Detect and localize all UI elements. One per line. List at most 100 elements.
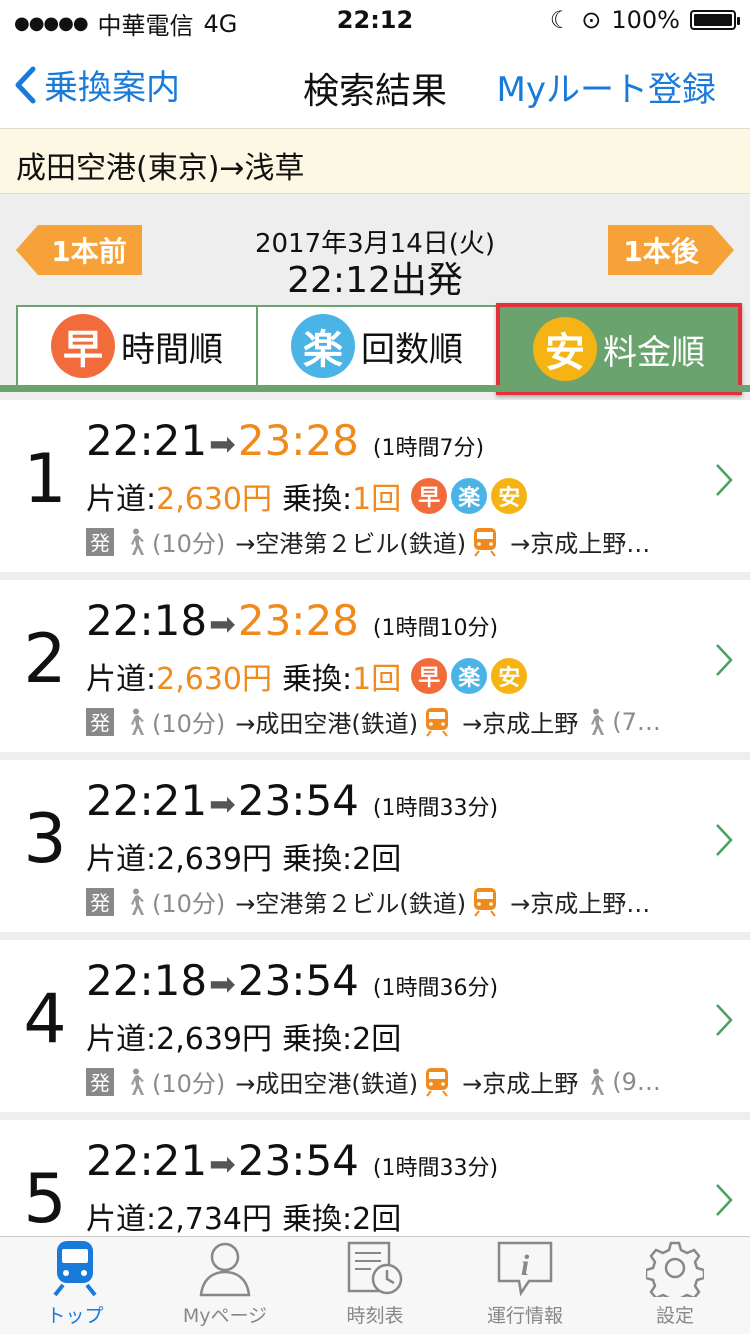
departure-marker: 発 xyxy=(86,887,114,916)
arrow-right-icon: ➡ xyxy=(209,605,236,643)
tab-label: 時間順 xyxy=(121,329,223,370)
tabbar-item-timetable[interactable]: 時刻表 xyxy=(300,1237,450,1334)
fare-value: 2,630円 xyxy=(156,662,272,697)
tabbar-label: 運行情報 xyxy=(486,1305,563,1327)
fast-icon: 早 xyxy=(51,314,115,378)
tab-underline xyxy=(0,385,750,392)
tab-label: 回数順 xyxy=(361,329,463,370)
route-badge: 早 xyxy=(411,658,448,694)
transfer-label: 乗換: xyxy=(282,662,353,697)
transfer-count: 2回 xyxy=(352,1022,402,1057)
route-badge: 楽 xyxy=(451,478,488,514)
person-icon xyxy=(199,1242,251,1297)
fare-value: 2,630円 xyxy=(156,482,272,517)
arrival-time: 23:54 xyxy=(237,776,359,825)
walk-time: (10分) xyxy=(152,1070,226,1098)
tabbar-label: 時刻表 xyxy=(346,1305,404,1327)
chevron-right-icon xyxy=(716,1184,733,1216)
walk-time: (10分) xyxy=(152,710,226,738)
svg-text:i: i xyxy=(521,1249,530,1282)
walk-icon xyxy=(591,1068,605,1095)
moon-icon: ☾ xyxy=(549,6,572,34)
list-item[interactable]: 1 22:21 ➡ 23:28 (1時間7分) 片道: 2,630円 乗換: 1… xyxy=(0,400,750,572)
departure-marker: 発 xyxy=(86,1067,114,1096)
route-step: →成田空港(鉄道) xyxy=(235,1070,419,1098)
walk-time: (9… xyxy=(612,1067,661,1096)
walk-icon xyxy=(131,528,144,555)
chevron-right-icon xyxy=(716,1004,733,1036)
tab-label: 料金順 xyxy=(603,332,705,373)
arrival-time: 23:54 xyxy=(237,1136,359,1185)
duration: (1時間33分) xyxy=(372,796,499,821)
train-icon xyxy=(53,1241,97,1297)
transfer-count: 2回 xyxy=(352,842,402,877)
next-train-button[interactable]: 1本後 xyxy=(608,225,734,275)
route-step: →京成上野 xyxy=(462,710,579,738)
fare-value: 2,639円 xyxy=(156,842,272,877)
route-step: →成田空港(鉄道) xyxy=(235,710,419,738)
result-rank: 5 xyxy=(23,1160,67,1239)
tabbar-item-top[interactable]: トップ xyxy=(0,1237,150,1334)
tabbar-label: トップ xyxy=(46,1305,104,1327)
train-icon xyxy=(426,1067,449,1097)
route-badge: 安 xyxy=(491,658,528,694)
arrow-right-icon: ➡ xyxy=(209,425,236,463)
rotation-lock-icon: ⊙ xyxy=(581,6,602,34)
duration: (1時間33分) xyxy=(372,1156,499,1181)
tabbar-label: 設定 xyxy=(655,1305,694,1327)
departure-time: 22:21 xyxy=(86,1136,208,1185)
tab-sort-fare[interactable]: 安 料金順 xyxy=(496,303,742,395)
walk-time: (10分) xyxy=(152,890,226,918)
list-item[interactable]: 4 22:18 ➡ 23:54 (1時間36分) 片道: 2,639円 乗換: … xyxy=(0,940,750,1112)
status-bar: ●●●●● 中華電信 4G 22:12 ☾ ⊙ 100% xyxy=(0,0,750,40)
chevron-right-icon xyxy=(716,464,733,496)
route-step: →京成上野 xyxy=(462,1070,579,1098)
chevron-right-icon xyxy=(716,824,733,856)
duration: (1時間10分) xyxy=(372,616,499,641)
route-step: →空港第２ビル(鉄道) xyxy=(235,530,467,558)
result-rank: 4 xyxy=(23,980,67,1059)
transfer-label: 乗換: xyxy=(282,1202,353,1237)
tabbar-label: Myページ xyxy=(182,1305,268,1327)
route-step: →空港第２ビル(鉄道) xyxy=(235,890,467,918)
fare-label: 片道: xyxy=(86,482,157,517)
transfer-count: 1回 xyxy=(352,482,402,517)
result-rank: 2 xyxy=(23,620,67,699)
tabbar-item-mypage[interactable]: Myページ xyxy=(150,1237,300,1334)
departure-time: 22:18 xyxy=(86,956,208,1005)
walk-icon xyxy=(131,708,144,735)
arrow-right-icon: ➡ xyxy=(209,785,236,823)
tabbar-item-service-info[interactable]: i 運行情報 xyxy=(450,1237,600,1334)
tab-sort-transfers[interactable]: 楽 回数順 xyxy=(258,307,498,385)
train-icon xyxy=(474,527,497,557)
arrow-right-icon: ➡ xyxy=(209,965,236,1003)
departure-marker: 発 xyxy=(86,707,114,736)
departure-marker: 発 xyxy=(86,527,114,556)
transfer-count: 2回 xyxy=(352,1202,402,1237)
list-item[interactable]: 2 22:18 ➡ 23:28 (1時間10分) 片道: 2,630円 乗換: … xyxy=(0,580,750,752)
route-text: 成田空港(東京)→浅草 xyxy=(0,128,750,194)
route-step: →京成上野… xyxy=(510,890,651,918)
walk-time: (7… xyxy=(612,707,661,736)
tabbar-item-settings[interactable]: 設定 xyxy=(600,1237,750,1334)
battery-icon xyxy=(690,10,740,30)
nav-bar: 乗換案内 検索結果 Myルート登録 xyxy=(0,40,750,128)
walk-time: (10分) xyxy=(152,530,226,558)
departure-time: 22:21 xyxy=(86,416,208,465)
route-badge: 楽 xyxy=(451,658,488,694)
arrow-right-icon: ➡ xyxy=(209,1145,236,1183)
walk-icon xyxy=(131,1068,144,1095)
transfer-label: 乗換: xyxy=(282,842,353,877)
walk-icon xyxy=(591,708,605,735)
my-route-register-button[interactable]: Myルート登録 xyxy=(497,62,716,111)
easy-icon: 楽 xyxy=(291,314,355,378)
list-item[interactable]: 3 22:21 ➡ 23:54 (1時間33分) 片道: 2,639円 乗換: … xyxy=(0,760,750,932)
duration: (1時間7分) xyxy=(372,436,485,461)
tab-sort-time[interactable]: 早 時間順 xyxy=(18,307,258,385)
arrival-time: 23:28 xyxy=(237,416,359,465)
fare-label: 片道: xyxy=(86,1022,157,1057)
sort-tabs: 早 時間順 楽 回数順 安 料金順 xyxy=(16,303,742,395)
arrival-time: 23:54 xyxy=(237,956,359,1005)
result-rank: 1 xyxy=(23,440,67,519)
chevron-right-icon xyxy=(716,644,733,676)
